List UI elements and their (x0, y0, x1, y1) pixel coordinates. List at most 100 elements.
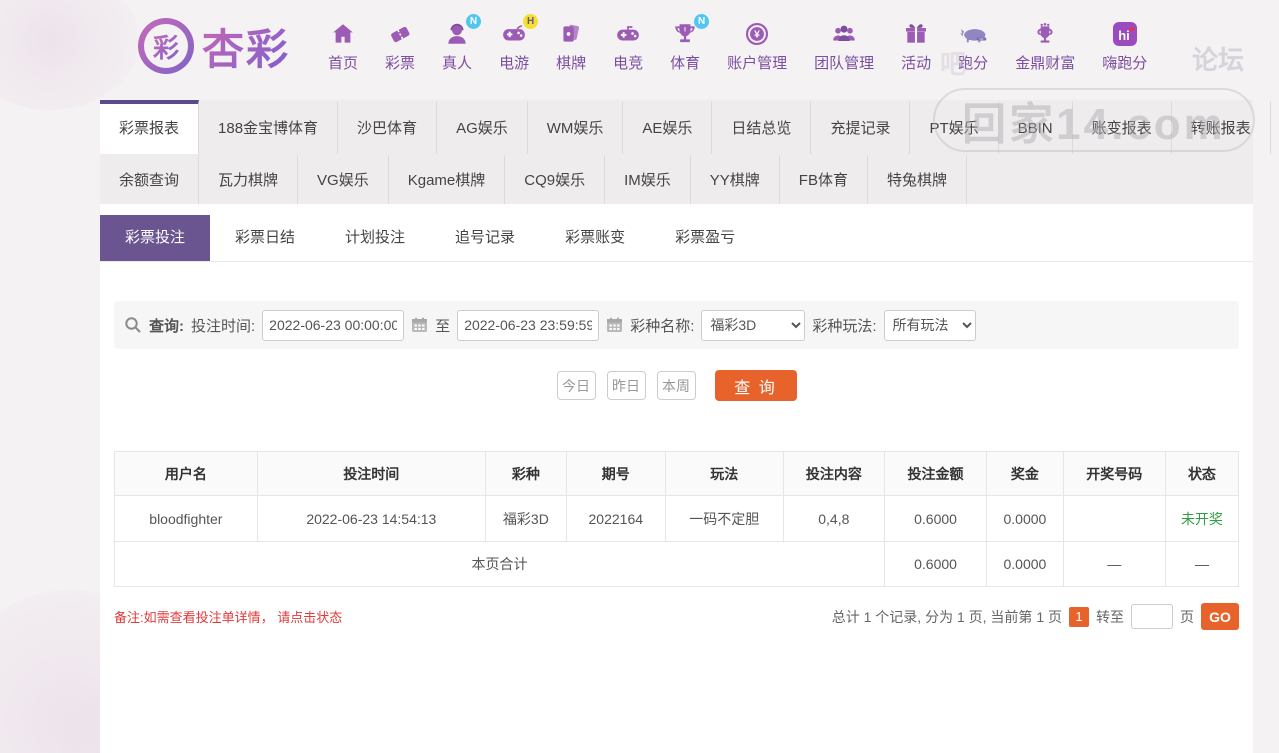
report-tab[interactable]: 充提记录 (811, 100, 911, 154)
egame-gamepad-icon: H (499, 14, 539, 49)
main-nav: 首页 彩票 N 真人 H 电游 棋牌电竞 I N 体育 ¥ 账户管理 团队管理 活动 ¥ bf 跑分 金鼎财富 h… (328, 14, 1147, 73)
nav-item-label: 团队管理 (814, 55, 875, 72)
table-cell: 0.0000 (986, 495, 1064, 542)
nav-item-账户管理[interactable]: ¥ 账户管理 (727, 19, 787, 73)
report-tab[interactable]: 余额查询 (100, 154, 200, 204)
table-row: bloodfighter 2022-06-23 14:54:13 福彩3D 20221… (114, 495, 1240, 542)
time-from-input[interactable] (262, 309, 405, 341)
status-link[interactable]: 未开奖 (1164, 495, 1240, 542)
pagination-summary: 总计 1 个记录, 分为 1 页, 当前第 1 页 (831, 608, 1062, 625)
nav-item-label: 账户管理 (727, 55, 788, 72)
table-cell: 2022164 (565, 495, 666, 542)
subtabs: 彩票投注 彩票日结 计划投注 追号记录 彩票账变 彩票盈亏 (100, 215, 1253, 262)
play-type-select[interactable]: 所有玩法 (883, 309, 976, 341)
table-header-cell: 投注时间 (256, 451, 486, 496)
report-tab[interactable]: WM娱乐 (528, 100, 624, 154)
sub-tab[interactable]: 追号记录 (430, 215, 540, 261)
report-tab[interactable]: Kgame棋牌 (389, 154, 506, 204)
site-logo[interactable]: 彩 杏彩 (138, 16, 290, 77)
this-week-button[interactable]: 本周 (656, 371, 696, 400)
nav-item-真人[interactable]: N 真人 (442, 14, 482, 73)
nav-item-活动[interactable]: 活动 (901, 19, 931, 73)
report-tab[interactable]: VG娱乐 (298, 154, 389, 204)
note-text: 备注:如需查看投注单详情， 请点击状态 (114, 610, 343, 625)
calendar-icon[interactable] (411, 317, 428, 333)
quick-button-row: 今日 昨日 本周 查 询 (100, 370, 1253, 401)
report-tab[interactable]: 特兔棋牌 (868, 154, 967, 204)
report-tab[interactable]: 瓦力棋牌 (199, 154, 299, 204)
nav-item-团队管理[interactable]: 团队管理 (814, 19, 874, 73)
yesterday-button[interactable]: 昨日 (606, 371, 646, 400)
treasure-cup-icon (1030, 19, 1060, 49)
sub-tab[interactable]: 彩票投注 (100, 215, 211, 261)
nav-item-电竞[interactable]: 电竞 (613, 19, 643, 73)
report-tab[interactable]: AG娱乐 (437, 100, 528, 154)
nav-item-金鼎财富[interactable]: 金鼎财富 (1015, 19, 1075, 73)
page-unit-label: 页 (1180, 608, 1194, 625)
report-tab[interactable]: 沙巴体育 (338, 100, 438, 154)
table-header-cell: 投注内容 (782, 451, 885, 496)
nav-item-首页[interactable]: 首页 (328, 19, 358, 73)
report-tab[interactable]: BBIN (999, 100, 1073, 154)
report-tab[interactable]: YY棋牌 (691, 154, 780, 204)
nav-item-label: 电游 (499, 55, 530, 72)
current-page-button[interactable]: 1 (1069, 606, 1089, 627)
esports-gamepad-icon (613, 19, 643, 49)
time-to-input[interactable] (457, 309, 600, 341)
nav-item-label: 金鼎财富 (1015, 55, 1076, 72)
to-label: 至 (435, 317, 451, 335)
go-button[interactable]: GO (1201, 603, 1239, 630)
table-header-cell: 状态 (1164, 451, 1240, 496)
bet-time-label: 投注时间: (191, 317, 256, 335)
report-tab[interactable]: 彩票报表 (100, 100, 200, 154)
nav-item-label: 嗨跑分 (1102, 55, 1148, 72)
summary-status-dash: — (1164, 541, 1240, 587)
report-tab[interactable]: IM娱乐 (605, 154, 691, 204)
query-button[interactable]: 查 询 (714, 370, 797, 401)
table-cell: 福彩3D (484, 495, 567, 542)
sub-tab[interactable]: 彩票盈亏 (650, 215, 760, 261)
report-tab[interactable]: 返点总额 (1271, 100, 1279, 154)
nav-item-彩票[interactable]: 彩票 (385, 19, 415, 73)
table-header-cell: 奖金 (986, 451, 1064, 496)
filter-bar: 查询: 投注时间: 至 彩种名称: 福彩3D 彩种玩法: 所有玩法 (114, 301, 1239, 349)
nav-item-棋牌[interactable]: 棋牌 (556, 19, 586, 73)
calendar-icon[interactable] (606, 317, 623, 333)
report-tab[interactable]: 转账报表 (1172, 100, 1271, 154)
nav-item-体育[interactable]: I N 体育 (670, 14, 710, 73)
logo-flower-icon: 彩 (138, 18, 194, 74)
nav-item-跑分[interactable]: ¥ bf 跑分 (958, 19, 988, 73)
live-person-icon: N (442, 14, 482, 49)
nav-item-label: 跑分 (958, 55, 989, 72)
report-tab[interactable]: PT娱乐 (910, 100, 999, 154)
lottery-name-select[interactable]: 福彩3D (701, 309, 806, 341)
nav-item-电游[interactable]: H 电游 (499, 14, 539, 73)
nav-item-label: 彩票 (385, 55, 416, 72)
top-nav-bar: 彩 杏彩 首页 彩票 N 真人 H 电游 棋牌电竞 I N 体育 ¥ 账户管理 团队管理 活动 ¥ bf 跑分… (0, 0, 1279, 92)
search-label: 查询: (149, 317, 184, 335)
summary-bet-total: 0.6000 (883, 541, 988, 587)
svg-text:¥: ¥ (754, 30, 760, 41)
today-button[interactable]: 今日 (556, 371, 596, 400)
logo-text: 杏彩 (202, 16, 290, 77)
goto-page-input[interactable] (1131, 604, 1173, 629)
table-header-cell: 用户名 (114, 451, 258, 496)
summary-prize-total: 0.0000 (986, 541, 1064, 587)
report-tab[interactable]: CQ9娱乐 (505, 154, 606, 204)
summary-label: 本页合计 (114, 541, 885, 587)
report-tab[interactable]: 日结总览 (712, 100, 812, 154)
sub-tab[interactable]: 彩票账变 (540, 215, 650, 261)
report-tab[interactable]: FB体育 (780, 154, 868, 204)
report-tab[interactable]: 188金宝博体育 (199, 100, 339, 154)
report-tab[interactable]: AE娱乐 (623, 100, 713, 154)
nav-item-label: 电竞 (613, 55, 644, 72)
report-tab[interactable]: 账变报表 (1073, 100, 1172, 154)
svg-text:¥ bf: ¥ bf (980, 39, 984, 41)
nav-item-label: 首页 (328, 55, 359, 72)
table-cell: 0,4,8 (782, 495, 885, 542)
nav-item-嗨跑分[interactable]: hi 嗨跑分 (1102, 19, 1147, 73)
sub-tab[interactable]: 计划投注 (320, 215, 430, 261)
content-card: 彩票报表 188金宝博体育 沙巴体育 AG娱乐 WM娱乐 AE娱乐 日结总览 充提记录 PT娱乐… (100, 100, 1271, 753)
sub-tab[interactable]: 彩票日结 (210, 215, 320, 261)
hi-app-icon: hi (1110, 19, 1140, 49)
